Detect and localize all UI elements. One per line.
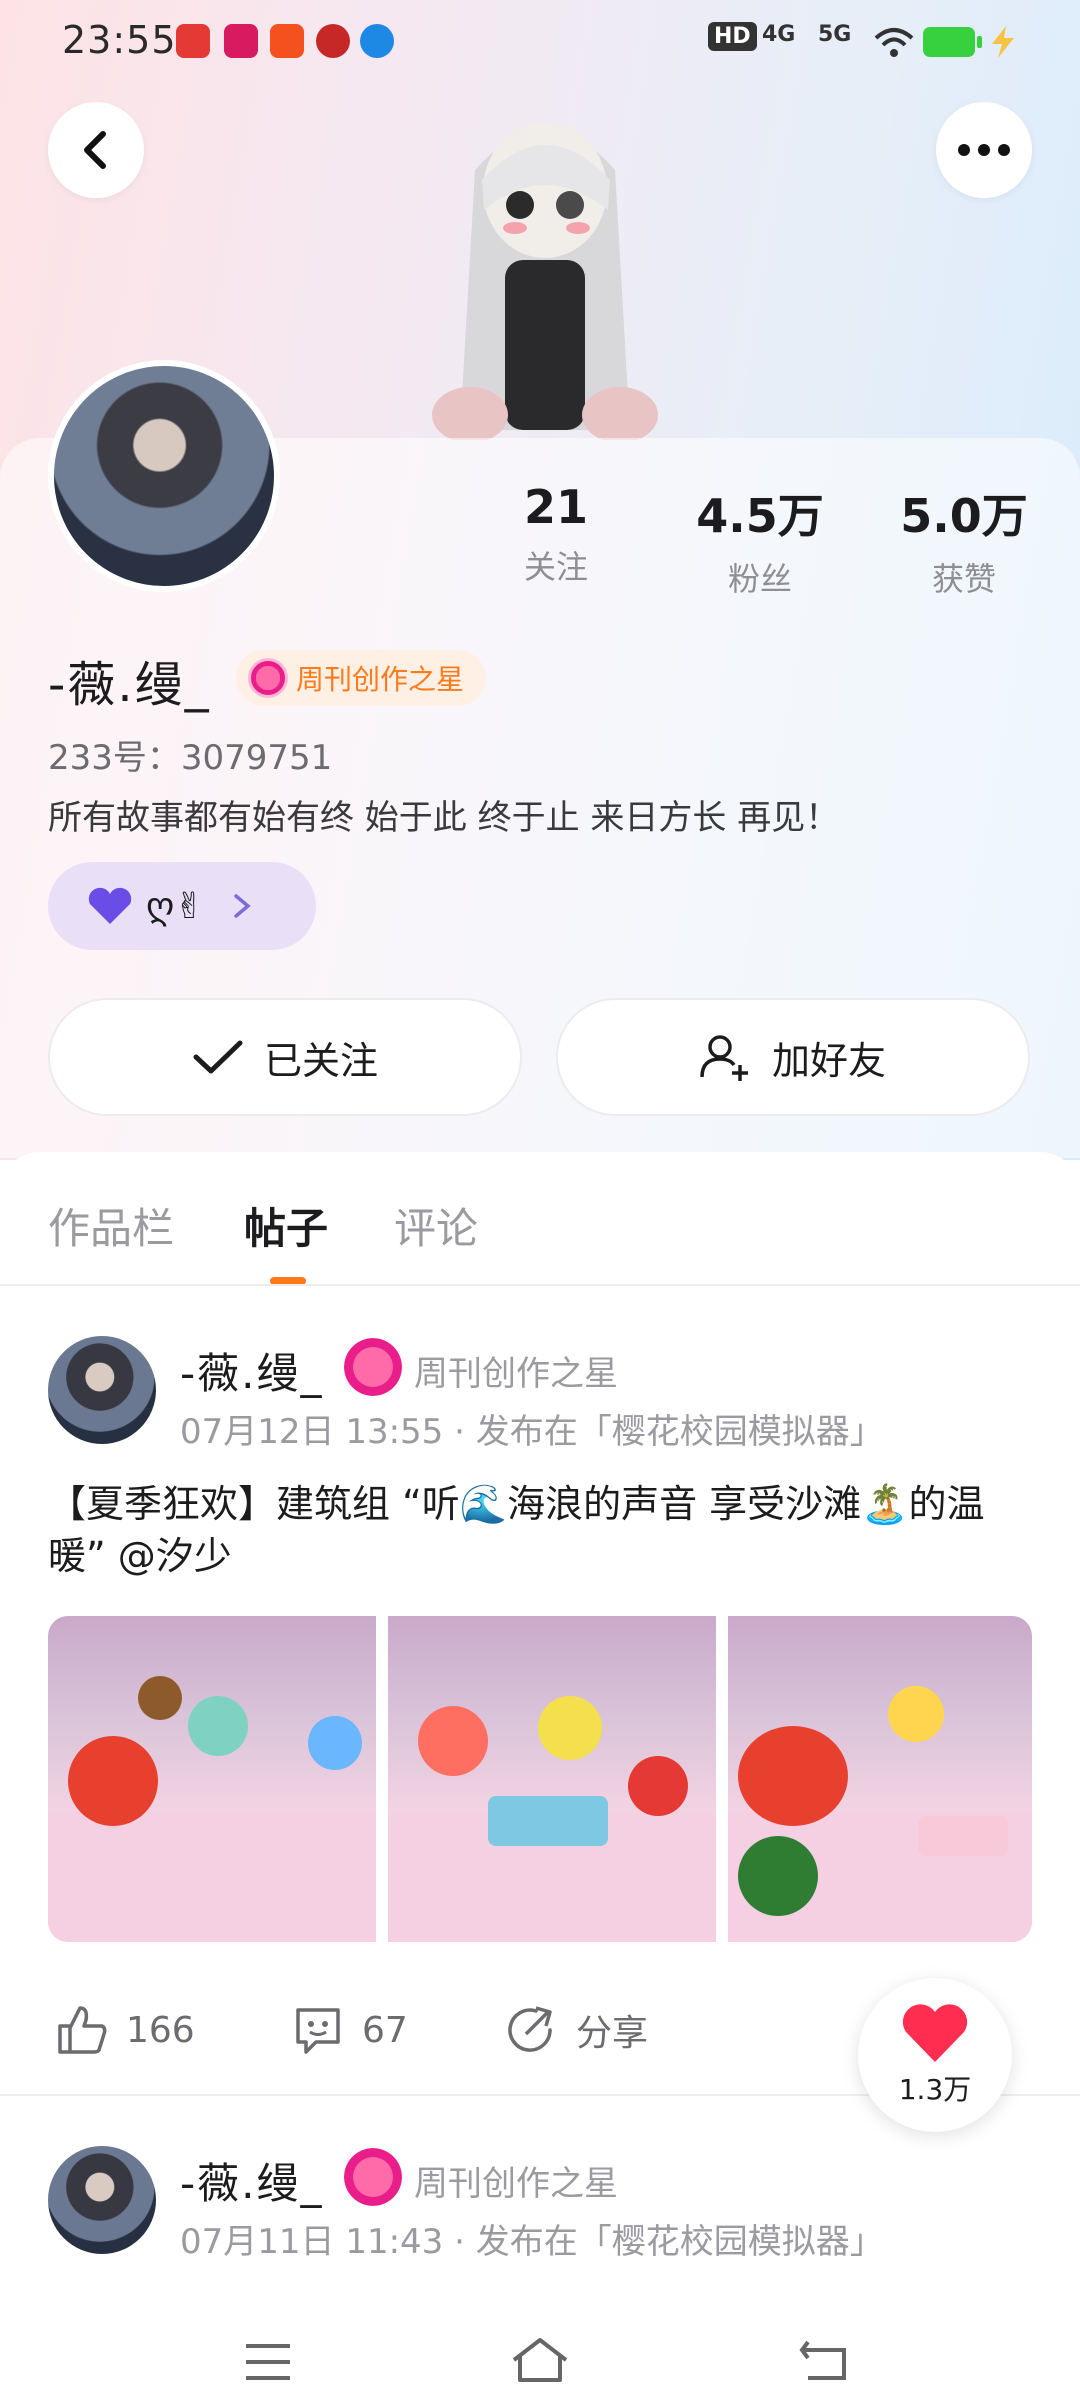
back-nav-icon[interactable]	[798, 2338, 850, 2382]
comment-action[interactable]: 67	[292, 2000, 408, 2060]
profile-tabs: 作品栏 帖子 评论	[0, 1185, 1080, 1285]
chevron-right-icon	[234, 894, 252, 918]
image-shape	[68, 1736, 158, 1826]
thumbs-up-icon	[58, 2006, 107, 2054]
creator-star-badge[interactable]: 周刊创作之星	[236, 650, 487, 706]
image-shape	[738, 1726, 848, 1826]
status-bar: 23:55 HD 4G 5G	[0, 0, 1080, 90]
post-author-avatar[interactable]	[48, 1336, 156, 1444]
tab-posts[interactable]: 帖子	[244, 1195, 328, 1256]
home-icon[interactable]	[510, 2336, 570, 2384]
profile-tag-text: ღ✌	[146, 885, 205, 927]
medal-icon	[344, 1338, 402, 1396]
stat-following-label: 关注	[523, 548, 588, 586]
qq-icon	[360, 24, 394, 58]
image-shape	[888, 1686, 944, 1742]
post-author-avatar[interactable]	[48, 2146, 156, 2254]
tab-comments[interactable]: 评论	[394, 1195, 478, 1256]
floating-like-button[interactable]: 1.3万	[858, 1978, 1012, 2132]
post-author-name[interactable]: -薇.缦_	[180, 2150, 324, 2211]
back-button[interactable]	[48, 102, 144, 198]
more-button[interactable]	[936, 102, 1032, 198]
stat-fans[interactable]: 4.5万 粉丝	[670, 480, 850, 600]
image-shape	[538, 1696, 602, 1760]
post-author-name[interactable]: -薇.缦_	[180, 1340, 324, 1401]
post-author-badge: 周刊创作之星	[414, 1354, 618, 1394]
stat-fans-label: 粉丝	[727, 560, 792, 598]
image-shape	[308, 1716, 362, 1770]
profile-uid: 233号：3079751	[48, 738, 333, 778]
stat-fans-count: 4.5万	[696, 489, 824, 543]
profile-username: -薇.缦_	[48, 657, 211, 713]
signal-5g-icon: 5G	[818, 22, 852, 47]
post-text[interactable]: 【夏季狂欢】建筑组 “听🌊海浪的声音 享受沙滩🏝️的温暖” @汐少	[48, 1478, 1038, 1582]
image-shape	[418, 1706, 488, 1776]
stat-likes-label: 获赞	[931, 560, 996, 598]
like-action[interactable]: 166	[56, 2000, 195, 2060]
tabs-divider	[0, 1284, 1080, 1286]
like-count: 166	[126, 2009, 195, 2051]
share-action[interactable]: 分享	[506, 2000, 648, 2060]
menu-icon[interactable]	[244, 2342, 292, 2382]
check-icon	[193, 1040, 243, 1074]
share-icon	[508, 2006, 552, 2052]
medal-icon	[344, 2148, 402, 2206]
profile-avatar[interactable]	[48, 360, 280, 592]
share-label: 分享	[576, 2013, 649, 2054]
image-shape	[738, 1836, 818, 1916]
comment-count: 67	[362, 2009, 408, 2051]
notification-icon	[176, 24, 210, 58]
floating-like-count: 1.3万	[898, 2073, 972, 2106]
stat-following[interactable]: 21 关注	[466, 480, 646, 588]
system-nav-bar	[0, 2300, 1080, 2408]
stat-likes-count: 5.0万	[900, 489, 1028, 543]
notification-icon	[316, 24, 350, 58]
notification-icon	[270, 24, 304, 58]
more-dots-icon	[958, 144, 1010, 156]
stat-following-count: 21	[523, 480, 588, 534]
medal-icon	[248, 658, 288, 698]
add-user-icon	[700, 1035, 748, 1081]
charging-icon	[992, 26, 1014, 58]
image-shape	[188, 1696, 248, 1756]
chevron-left-icon	[84, 131, 106, 169]
heart-icon	[902, 2004, 968, 2062]
tab-works[interactable]: 作品栏	[48, 1195, 174, 1256]
post-author-badge: 周刊创作之星	[414, 2164, 618, 2204]
add-friend-button-label: 加好友	[771, 1038, 886, 1083]
post-image[interactable]	[728, 1616, 1032, 1942]
image-shape	[628, 1756, 688, 1816]
image-shape	[488, 1796, 608, 1846]
battery-icon	[923, 27, 982, 57]
image-ground	[48, 1811, 376, 1942]
post-image[interactable]	[48, 1616, 376, 1942]
image-shape	[918, 1816, 1008, 1856]
post-meta[interactable]: 07月12日 13:55 · 发布在「樱花校园模拟器」	[180, 1404, 884, 1453]
purple-heart-icon	[88, 887, 132, 924]
add-friend-button[interactable]: 加好友	[556, 998, 1030, 1116]
hd-icon: HD	[708, 22, 757, 51]
profile-bio: 所有故事都有始有终 始于此 终于止 来日方长 再见！	[48, 798, 840, 838]
comment-icon	[296, 2008, 340, 2054]
stat-likes[interactable]: 5.0万 获赞	[874, 480, 1054, 600]
profile-tag-pill[interactable]: ღ✌	[48, 862, 316, 950]
wifi-icon	[874, 28, 914, 57]
notification-icon	[224, 24, 258, 58]
followed-button[interactable]: 已关注	[48, 998, 522, 1116]
creator-star-badge-label: 周刊创作之星	[296, 663, 465, 696]
character-avatar-image	[432, 122, 658, 440]
followed-button-label: 已关注	[263, 1038, 378, 1083]
post-image[interactable]	[388, 1616, 716, 1942]
post-meta[interactable]: 07月11日 11:43 · 发布在「樱花校园模拟器」	[180, 2214, 884, 2263]
signal-4g-icon: 4G	[762, 22, 796, 47]
image-shape	[138, 1676, 182, 1720]
status-time: 23:55	[62, 18, 177, 62]
